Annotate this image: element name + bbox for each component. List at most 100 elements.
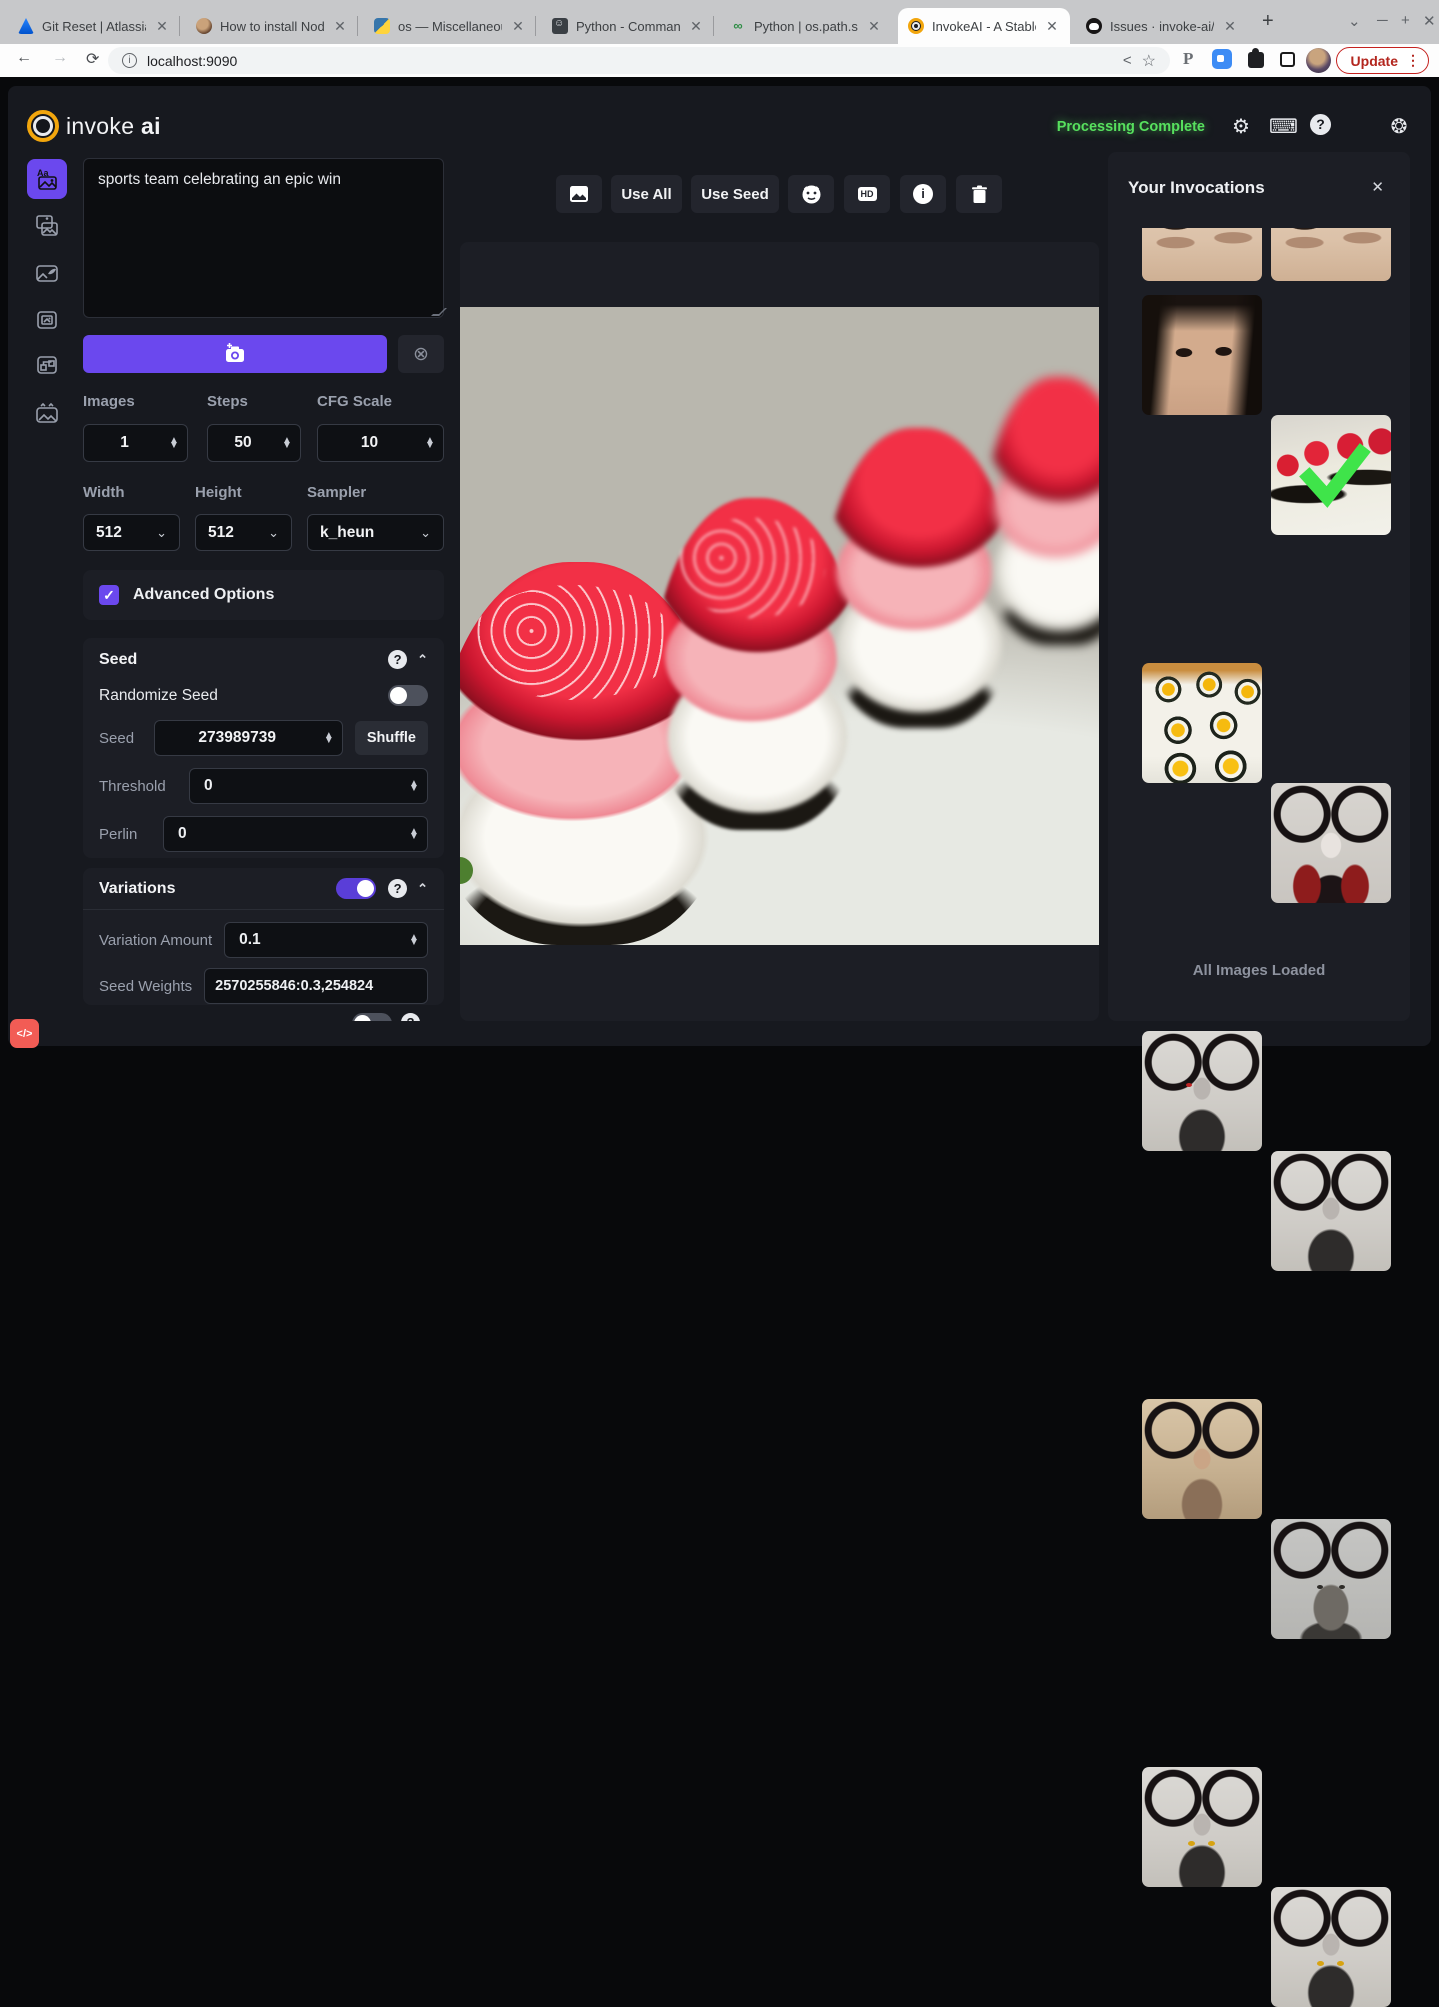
- thumbnail[interactable]: [1271, 1887, 1391, 2007]
- threshold-input[interactable]: 0 ▲▼: [189, 768, 428, 804]
- share-icon[interactable]: <: [1123, 52, 1132, 69]
- randomize-seed-toggle[interactable]: [388, 685, 428, 706]
- window-maximize-button[interactable]: +: [1401, 12, 1410, 29]
- tab-git-reset[interactable]: Git Reset | Atlassia ✕: [8, 8, 180, 44]
- back-icon[interactable]: ←: [16, 49, 32, 67]
- tab-image-to-image[interactable]: [27, 206, 67, 246]
- site-info-icon[interactable]: i: [122, 53, 137, 68]
- toggle[interactable]: [352, 1013, 392, 1021]
- tab-install-node[interactable]: How to install Nod ✕: [186, 8, 358, 44]
- thumbnail[interactable]: [1142, 1031, 1262, 1151]
- tab-close-icon[interactable]: ✕: [866, 18, 882, 35]
- thumbnail[interactable]: [1142, 1399, 1262, 1519]
- perlin-input[interactable]: 0 ▲▼: [163, 816, 428, 852]
- tab-close-icon[interactable]: ✕: [1222, 18, 1238, 35]
- thumbnail[interactable]: [1142, 663, 1262, 783]
- tab-os-path[interactable]: ∞ Python | os.path.sp ✕: [720, 8, 892, 44]
- perlin-row: Perlin 0 ▲▼: [83, 804, 444, 852]
- tab-github-issues[interactable]: Issues · invoke-ai/In ✕: [1076, 8, 1248, 44]
- tab-nodes[interactable]: [27, 345, 67, 385]
- delete-image-button[interactable]: [956, 175, 1002, 213]
- new-tab-button[interactable]: +: [1262, 10, 1274, 33]
- cancel-button[interactable]: ⊗: [398, 335, 444, 373]
- tab-inpainting[interactable]: [27, 253, 67, 293]
- tab-outpainting[interactable]: [27, 300, 67, 340]
- tab-close-icon[interactable]: ✕: [332, 18, 348, 35]
- thumbnail[interactable]: [1271, 1519, 1391, 1639]
- thumbnail[interactable]: [1271, 228, 1391, 281]
- seed-header[interactable]: Seed ? ⌃: [83, 638, 444, 669]
- restore-faces-button[interactable]: [788, 175, 834, 213]
- current-image-strawberry-sushi[interactable]: [460, 307, 1099, 945]
- help-icon[interactable]: ?: [388, 650, 407, 669]
- settings-gear-icon[interactable]: ⚙: [1229, 114, 1253, 138]
- hotkeys-keyboard-icon[interactable]: ⌨: [1269, 114, 1293, 138]
- stepper-icon[interactable]: ▲▼: [405, 781, 427, 792]
- thumbnail[interactable]: [1271, 1151, 1391, 1271]
- forward-icon[interactable]: →: [52, 49, 68, 67]
- tab-close-icon[interactable]: ✕: [1044, 18, 1060, 35]
- address-bar[interactable]: i localhost:9090 < ☆: [108, 47, 1170, 74]
- tab-post-processing[interactable]: [27, 394, 67, 434]
- sampler-select[interactable]: k_heun⌄: [307, 514, 444, 551]
- show-image-details-button[interactable]: [556, 175, 602, 213]
- bookmark-star-icon[interactable]: ☆: [1142, 51, 1156, 71]
- tab-invokeai-active[interactable]: InvokeAI - A Stable ✕: [898, 8, 1070, 44]
- prompt-input[interactable]: sports team celebrating an epic win: [83, 158, 444, 318]
- variation-amount-input[interactable]: 0.1 ▲▼: [224, 922, 428, 958]
- tab-python-command[interactable]: Python - Command ✕: [542, 8, 714, 44]
- help-icon[interactable]: ?: [401, 1013, 420, 1021]
- tab-close-icon[interactable]: ✕: [154, 18, 170, 35]
- thumbnail[interactable]: [1271, 783, 1391, 903]
- collapse-chevron-icon[interactable]: ⌃: [417, 652, 428, 668]
- thumbnail[interactable]: [1142, 228, 1262, 281]
- shuffle-button[interactable]: Shuffle: [355, 721, 428, 755]
- close-gallery-icon[interactable]: ✕: [1371, 178, 1384, 196]
- stepper-icon[interactable]: ▲▼: [405, 935, 427, 946]
- tab-close-icon[interactable]: ✕: [688, 18, 704, 35]
- tab-close-icon[interactable]: ✕: [510, 18, 526, 35]
- window-minimize-button[interactable]: ─: [1377, 12, 1388, 29]
- reload-icon[interactable]: ⟳: [86, 49, 99, 69]
- extensions-puzzle-icon[interactable]: [1248, 52, 1264, 68]
- images-input[interactable]: 1 ▲▼: [83, 424, 188, 462]
- window-close-button[interactable]: ✕: [1423, 12, 1436, 30]
- tab-search-chevron-icon[interactable]: ⌄: [1348, 12, 1361, 30]
- image-info-button[interactable]: i: [900, 175, 946, 213]
- use-all-button[interactable]: Use All: [611, 175, 682, 213]
- steps-input[interactable]: 50 ▲▼: [207, 424, 301, 462]
- cfg-scale-input[interactable]: 10 ▲▼: [317, 424, 444, 462]
- variations-toggle[interactable]: [336, 878, 376, 899]
- use-seed-button[interactable]: Use Seed: [691, 175, 779, 213]
- extension-camera-icon[interactable]: [1212, 49, 1232, 69]
- tab-os-misc[interactable]: os — Miscellaneou ✕: [364, 8, 536, 44]
- stepper-icon[interactable]: ▲▼: [278, 438, 300, 449]
- stepper-icon[interactable]: ▲▼: [320, 733, 342, 744]
- variations-header[interactable]: Variations ? ⌃: [83, 868, 444, 910]
- seed-weights-input[interactable]: 2570255846:0.3,254824: [204, 968, 428, 1004]
- dev-console-button[interactable]: </>: [10, 1019, 39, 1048]
- stepper-icon[interactable]: ▲▼: [405, 829, 427, 840]
- menu-dots-icon[interactable]: ⋮: [1406, 52, 1420, 69]
- width-select[interactable]: 512⌄: [83, 514, 180, 551]
- chrome-update-button[interactable]: Update ⋮: [1336, 47, 1429, 74]
- url-text[interactable]: localhost:9090: [147, 53, 1113, 69]
- stepper-icon[interactable]: ▲▼: [421, 438, 443, 449]
- stepper-icon[interactable]: ▲▼: [165, 438, 187, 449]
- thumbnail[interactable]: [1142, 1767, 1262, 1887]
- collapse-chevron-icon[interactable]: ⌃: [417, 881, 428, 897]
- extension-window-icon[interactable]: [1280, 52, 1295, 67]
- tab-text-to-image[interactable]: Aa: [27, 159, 67, 199]
- thumbnail[interactable]: [1142, 295, 1262, 415]
- height-select[interactable]: 512⌄: [195, 514, 292, 551]
- invoke-button[interactable]: [83, 335, 387, 373]
- profile-avatar[interactable]: [1306, 48, 1331, 73]
- extension-p-icon[interactable]: P: [1183, 49, 1193, 69]
- help-icon[interactable]: ?: [388, 879, 407, 898]
- upscale-button[interactable]: HD: [844, 175, 890, 213]
- help-icon[interactable]: ?: [1310, 114, 1331, 135]
- thumbnail-current-image[interactable]: [1271, 415, 1391, 535]
- seed-input[interactable]: 273989739 ▲▼: [154, 720, 343, 756]
- theme-icon[interactable]: ❂: [1387, 114, 1411, 138]
- advanced-options-checkbox[interactable]: ✓: [99, 585, 119, 605]
